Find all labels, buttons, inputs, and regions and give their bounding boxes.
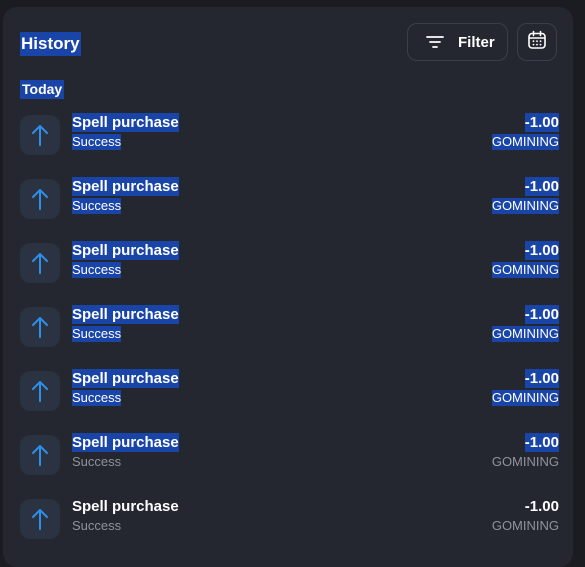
page-title: History	[20, 32, 81, 56]
transaction-amount: -1.00	[524, 433, 559, 452]
transaction-currency: GOMINING	[491, 518, 559, 533]
transaction-amount: -1.00	[524, 498, 559, 515]
transaction-name: Spell purchase	[72, 498, 179, 515]
transaction-name: Spell purchase	[72, 433, 179, 452]
transaction-name: Spell purchase	[72, 113, 179, 132]
transaction-status: Success	[72, 454, 122, 469]
history-panel: History Filter Today Spell purchase Succ…	[3, 7, 573, 567]
transaction-amount: -1.00	[524, 177, 559, 196]
arrow-up-icon	[20, 371, 60, 411]
transaction-status: Success	[72, 134, 122, 150]
transaction-status: Success	[72, 518, 122, 533]
list-item[interactable]: Spell purchase Success -1.00 GOMINING	[3, 497, 573, 547]
transaction-amount: -1.00	[524, 241, 559, 260]
filter-lines-icon	[426, 35, 444, 49]
calendar-icon	[527, 30, 547, 55]
arrow-up-icon	[20, 243, 60, 283]
transaction-status: Success	[72, 326, 122, 342]
transaction-status: Success	[72, 390, 122, 406]
transaction-currency: GOMINING	[491, 326, 559, 342]
list-item[interactable]: Spell purchase Success -1.00 GOMINING	[3, 241, 573, 291]
list-item[interactable]: Spell purchase Success -1.00 GOMINING	[3, 369, 573, 419]
transaction-status: Success	[72, 198, 122, 214]
transaction-name: Spell purchase	[72, 241, 179, 260]
transaction-amount: -1.00	[524, 113, 559, 132]
transaction-currency: GOMINING	[491, 390, 559, 406]
section-label-today: Today	[20, 80, 65, 99]
filter-button-label: Filter	[458, 33, 495, 51]
transaction-status: Success	[72, 262, 122, 278]
filter-button[interactable]: Filter	[407, 23, 508, 61]
arrow-up-icon	[20, 179, 60, 219]
transaction-amount: -1.00	[524, 369, 559, 388]
arrow-up-icon	[20, 499, 60, 539]
transaction-name: Spell purchase	[72, 177, 179, 196]
arrow-up-icon	[20, 307, 60, 347]
list-item[interactable]: Spell purchase Success -1.00 GOMINING	[3, 113, 573, 163]
transaction-currency: GOMINING	[491, 198, 559, 214]
list-item[interactable]: Spell purchase Success -1.00 GOMINING	[3, 305, 573, 355]
list-item[interactable]: Spell purchase Success -1.00 GOMINING	[3, 433, 573, 483]
transaction-amount: -1.00	[524, 305, 559, 324]
arrow-up-icon	[20, 435, 60, 475]
transaction-currency: GOMINING	[491, 134, 559, 150]
arrow-up-icon	[20, 115, 60, 155]
transaction-currency: GOMINING	[491, 454, 559, 469]
calendar-button[interactable]	[517, 23, 557, 61]
transaction-name: Spell purchase	[72, 305, 179, 324]
transaction-currency: GOMINING	[491, 262, 559, 278]
transaction-name: Spell purchase	[72, 369, 179, 388]
list-item[interactable]: Spell purchase Success -1.00 GOMINING	[3, 177, 573, 227]
